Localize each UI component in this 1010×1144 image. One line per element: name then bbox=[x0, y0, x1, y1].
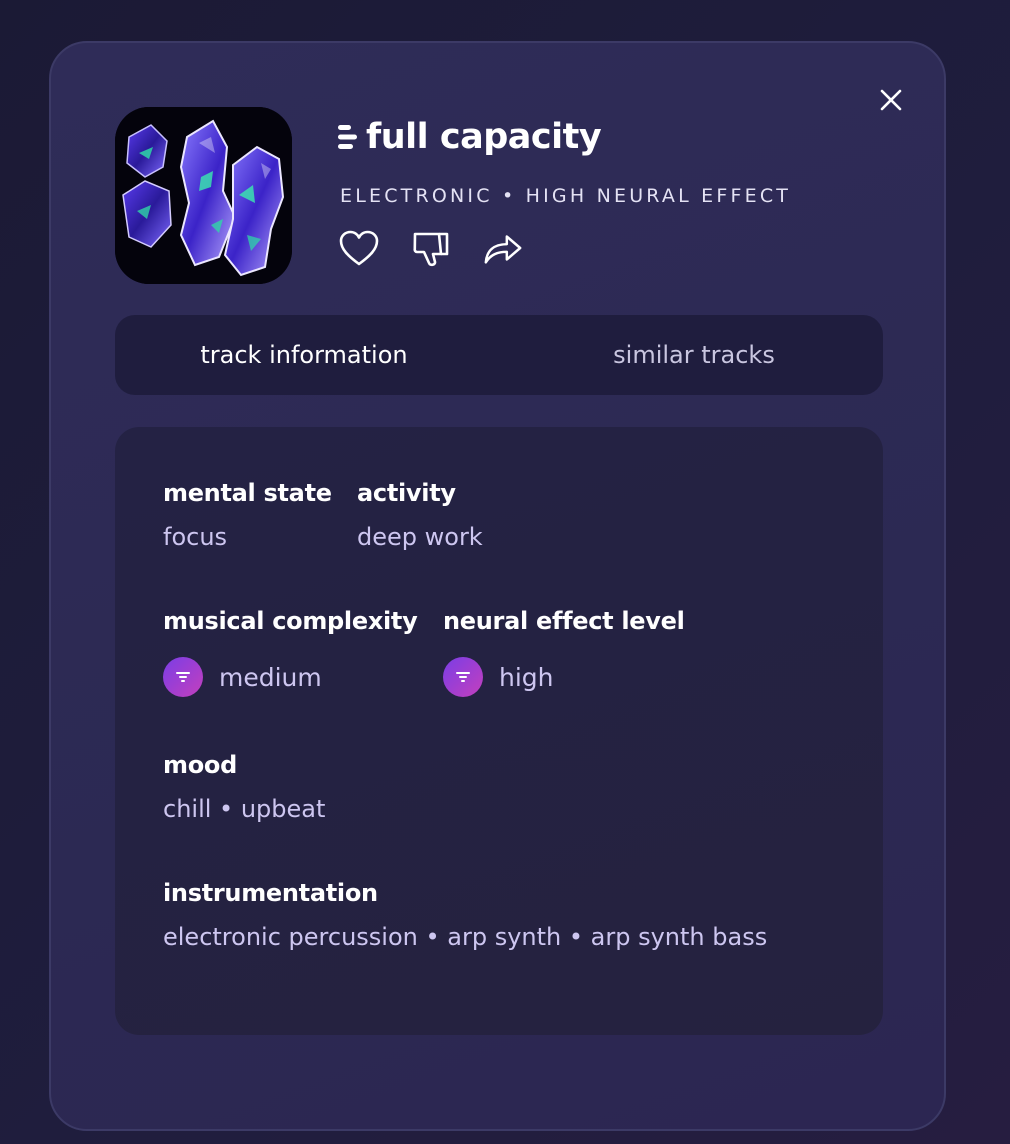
mental-state-value: focus bbox=[163, 523, 228, 551]
instrumentation-value: electronic percussion • arp synth • arp … bbox=[163, 923, 768, 951]
filter-lines-icon bbox=[163, 657, 203, 697]
mental-state-label: mental state bbox=[163, 479, 332, 507]
tab-bar: track information similar tracks bbox=[115, 315, 883, 395]
track-title: full capacity bbox=[366, 117, 602, 157]
instrumentation-label: instrumentation bbox=[163, 879, 378, 907]
musical-complexity-value: medium bbox=[219, 662, 322, 692]
close-icon[interactable] bbox=[877, 86, 905, 114]
track-actions bbox=[338, 227, 524, 269]
tab-similar-tracks[interactable]: similar tracks bbox=[499, 315, 883, 395]
neural-effect-level-value: high bbox=[499, 662, 554, 692]
subtitle-separator: • bbox=[501, 185, 517, 207]
mood-label: mood bbox=[163, 751, 237, 779]
thumbs-down-icon[interactable] bbox=[410, 227, 452, 269]
track-information-panel: mental state focus activity deep work mu… bbox=[115, 427, 883, 1035]
musical-complexity-level: medium bbox=[163, 657, 322, 697]
track-info-modal: full capacity ELECTRONIC • HIGH NEURAL E… bbox=[49, 41, 946, 1131]
tab-track-information[interactable]: track information bbox=[115, 315, 499, 395]
mood-value: chill • upbeat bbox=[163, 795, 326, 823]
genre-label: ELECTRONIC bbox=[340, 185, 493, 207]
neural-effect-label: HIGH NEURAL EFFECT bbox=[525, 185, 792, 207]
activity-label: activity bbox=[357, 479, 456, 507]
heart-icon[interactable] bbox=[338, 227, 380, 269]
brand-bars-icon bbox=[338, 123, 357, 151]
neural-effect-level-label: neural effect level bbox=[443, 607, 685, 635]
activity-value: deep work bbox=[357, 523, 483, 551]
track-subtitle: ELECTRONIC • HIGH NEURAL EFFECT bbox=[340, 185, 791, 207]
track-title-row: full capacity bbox=[338, 117, 602, 157]
share-arrow-icon[interactable] bbox=[482, 227, 524, 269]
album-art bbox=[115, 107, 292, 284]
filter-lines-icon bbox=[443, 657, 483, 697]
musical-complexity-label: musical complexity bbox=[163, 607, 418, 635]
neural-effect-level: high bbox=[443, 657, 554, 697]
